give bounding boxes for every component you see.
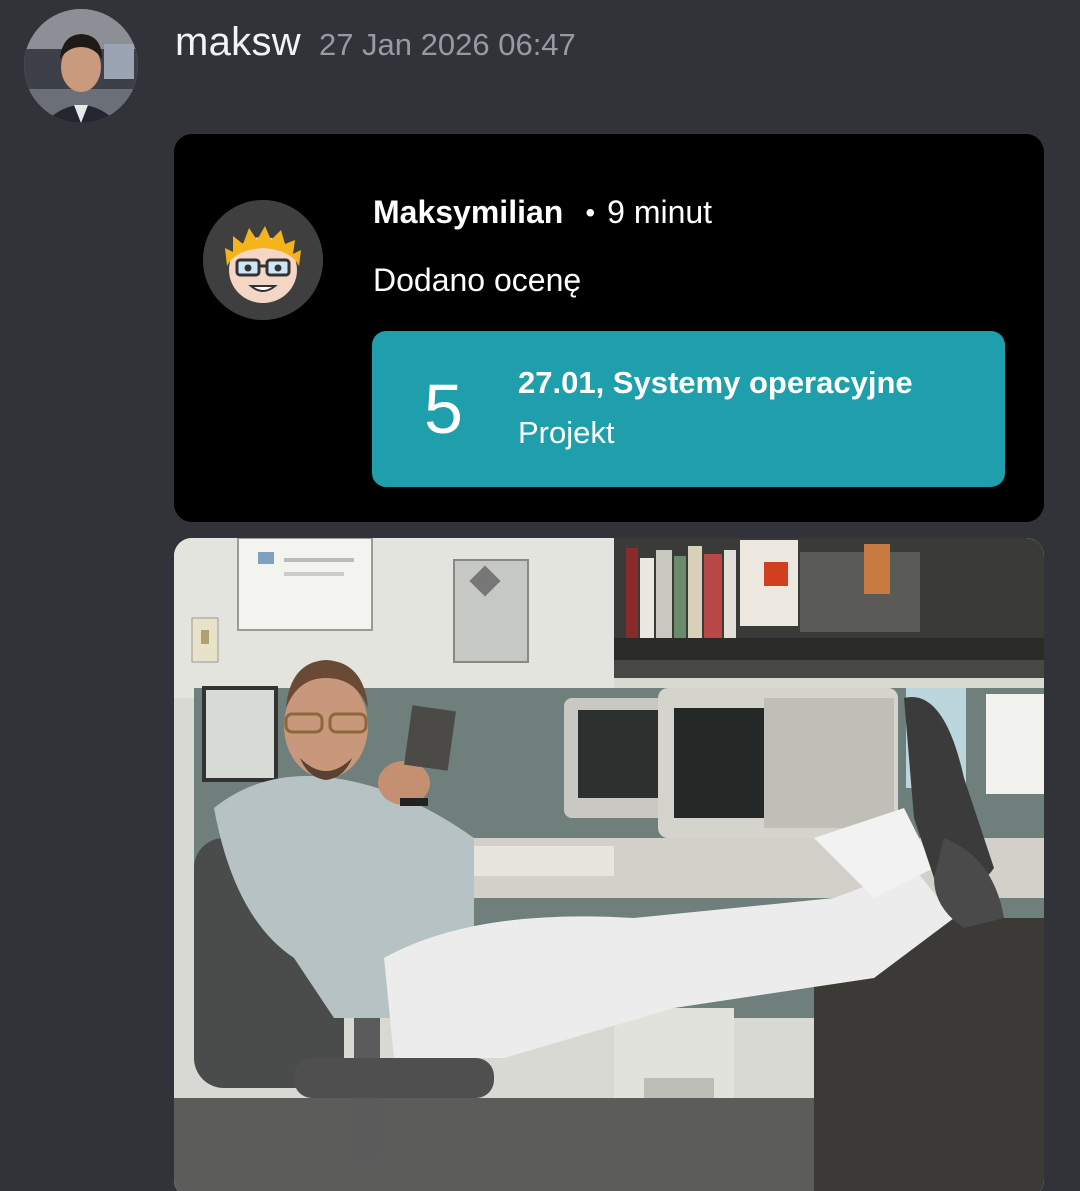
username[interactable]: maksw — [175, 20, 301, 65]
separator-dot: • — [585, 196, 596, 228]
attached-image[interactable] — [174, 538, 1044, 1191]
time-ago: 9 minut — [607, 194, 713, 230]
user-avatar[interactable] — [24, 9, 138, 123]
office-photo — [174, 538, 1044, 1191]
author-name: Maksymilian — [373, 194, 564, 230]
grade-type: Projekt — [518, 415, 615, 450]
grade-title: 27.01, Systemy operacyjne — [518, 365, 913, 400]
chat-page: maksw 27 Jan 2026 06:47 Maksymilian • 9 … — [0, 0, 1080, 1191]
author-avatar — [203, 200, 323, 320]
grade-value: 5 — [424, 370, 463, 448]
message-header: maksw 27 Jan 2026 06:47 — [175, 20, 576, 65]
cartoon-avatar-icon — [203, 200, 323, 320]
grade-card[interactable]: 5 27.01, Systemy operacyjne Projekt — [372, 331, 1005, 487]
notification-card[interactable]: Maksymilian • 9 minut Dodano ocenę 5 27.… — [174, 134, 1044, 522]
avatar-photo — [24, 9, 138, 123]
author-line: Maksymilian • 9 minut — [373, 194, 712, 231]
message-timestamp: 27 Jan 2026 06:47 — [318, 27, 576, 62]
notification-text: Dodano ocenę — [373, 262, 582, 298]
